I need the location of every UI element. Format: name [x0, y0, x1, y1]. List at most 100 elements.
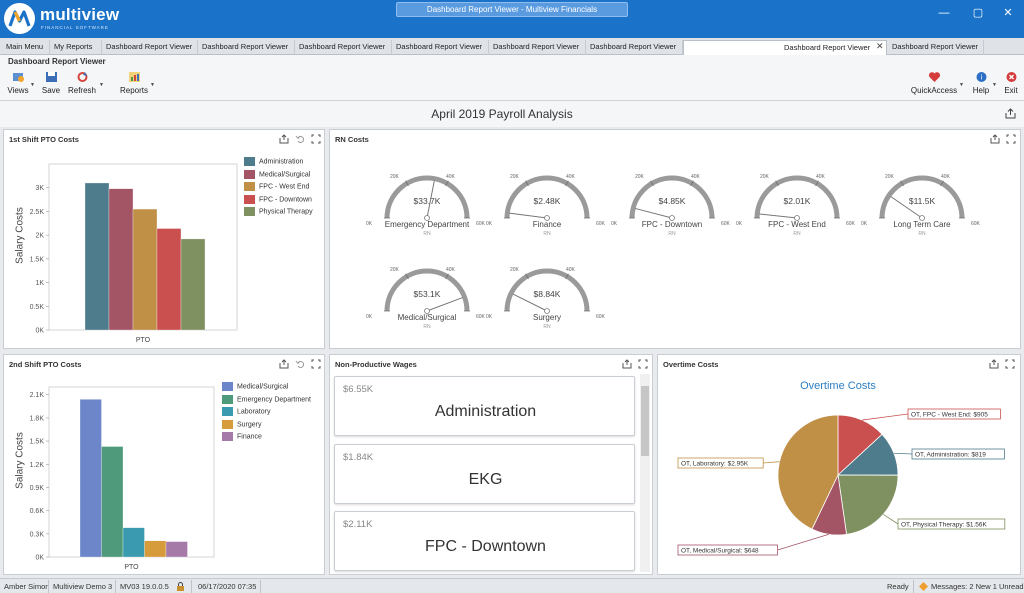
maximize-icon[interactable]	[1005, 359, 1015, 369]
help-icon: i	[976, 72, 986, 82]
maximize-icon[interactable]	[638, 359, 648, 369]
tab-dashboard-report-viewer[interactable]: Dashboard Report Viewer	[102, 40, 198, 55]
exit-label: Exit	[1004, 86, 1018, 95]
window-title[interactable]: Dashboard Report Viewer - Multiview Fina…	[396, 2, 628, 17]
close-window-button[interactable]: ✕	[1000, 6, 1016, 20]
quickaccess-button[interactable]: QuickAccess	[910, 71, 958, 99]
legend-item[interactable]: Laboratory	[222, 407, 270, 416]
panel-overtime-costs: Overtime Costs Overtime Costs OT, FPC - W…	[657, 354, 1021, 575]
legend-swatch	[222, 394, 233, 404]
save-button[interactable]: Save	[40, 71, 62, 99]
legend-item[interactable]: Surgery	[222, 419, 262, 429]
ribbon-toolbar: Dashboard Report Viewer Views ▼ Save Ref…	[0, 55, 1024, 101]
export-icon[interactable]	[279, 359, 289, 369]
help-dropdown-icon[interactable]: ▼	[992, 82, 997, 88]
bar	[101, 446, 124, 558]
undo-icon[interactable]	[295, 359, 305, 369]
bar	[180, 238, 206, 331]
legend-swatch	[244, 182, 255, 191]
gauge-label: Medical/Surgical	[397, 313, 457, 322]
wage-card[interactable]: $2.11K FPC - Downtown	[334, 511, 635, 571]
tab-dashboard-report-viewer[interactable]: Dashboard Report Viewer	[295, 40, 392, 55]
rn-gauge[interactable]: 0K 20K 40K 60K $4.85K FPC - Downtown RN	[611, 168, 730, 250]
panel-title: Overtime Costs	[663, 360, 719, 369]
export-icon[interactable]	[279, 134, 289, 144]
save-icon	[45, 72, 57, 82]
legend-item[interactable]: FPC - West End	[244, 182, 309, 191]
legend-item[interactable]: Medical/Surgical	[244, 169, 310, 179]
y-tick-label: 1.2K	[30, 462, 45, 469]
quickaccess-dropdown-icon[interactable]: ▼	[959, 82, 964, 88]
reports-icon	[128, 72, 140, 82]
legend-item[interactable]: Medical/Surgical	[222, 382, 288, 391]
undo-icon[interactable]	[295, 134, 305, 144]
maximize-icon[interactable]	[311, 134, 321, 144]
pie-leader-line	[893, 452, 913, 455]
pie-label: OT, FPC - West End: $905	[911, 412, 988, 419]
gauge-needle	[635, 207, 673, 219]
wage-card[interactable]: $6.55K Administration	[334, 376, 635, 436]
export-icon[interactable]	[990, 134, 1000, 144]
pie-slice	[837, 474, 899, 535]
vertical-scrollbar[interactable]	[640, 374, 650, 572]
export-icon[interactable]	[989, 359, 999, 369]
reports-dropdown-icon[interactable]: ▼	[150, 82, 155, 88]
rn-gauge[interactable]: 0K 20K 40K 60K $53.1K Medical/Surgical RN	[366, 261, 485, 343]
wage-card-value: $2.11K	[343, 519, 373, 530]
legend-item[interactable]: FPC - Downtown	[244, 194, 312, 204]
pie-chart-overtime: Overtime Costs OT, FPC - West End: $905 OT…	[677, 380, 1006, 556]
tab-dashboard-report-viewer[interactable]: Dashboard Report Viewer	[489, 40, 586, 55]
y-tick-label: 2.5K	[30, 209, 45, 216]
tab-dashboard-report-viewer[interactable]: Dashboard Report Viewer	[198, 40, 295, 55]
exit-button[interactable]: Exit	[1001, 71, 1021, 99]
pie-label: OT, Laboratory: $2.95K	[681, 461, 749, 468]
export-icon[interactable]	[622, 359, 632, 369]
gauge-value: $53.1K	[413, 289, 441, 299]
y-tick-label: 0.5K	[30, 304, 45, 311]
pie-leader-line	[763, 461, 780, 464]
scrollbar-thumb[interactable]	[641, 386, 649, 456]
refresh-button[interactable]: Refresh	[66, 71, 98, 99]
gauge-scale-label: 20K	[885, 174, 894, 180]
minimize-button[interactable]: —	[936, 6, 952, 20]
refresh-dropdown-icon[interactable]: ▼	[99, 82, 104, 88]
rn-gauge[interactable]: 0K 20K 40K 60K $8.84K Surgery RN	[486, 261, 605, 343]
views-button[interactable]: Views	[6, 71, 30, 99]
panel-title: Non-Productive Wages	[335, 360, 417, 369]
gauge-label: Emergency Department	[384, 220, 470, 229]
rn-gauge[interactable]: 0K 20K 40K 60K $33.7K Emergency Department RN	[366, 168, 485, 250]
reports-button[interactable]: Reports	[118, 71, 150, 99]
close-tab-icon[interactable]: ✕	[876, 41, 884, 52]
tab-dashboard-report-viewer[interactable]: Dashboard Report Viewer	[586, 40, 683, 55]
legend-item[interactable]: Emergency Department	[222, 394, 311, 404]
wage-card[interactable]: $1.84K EKG	[334, 444, 635, 504]
views-dropdown-icon[interactable]: ▼	[30, 82, 35, 88]
status-ready: Ready	[887, 582, 909, 591]
maximize-icon[interactable]	[1006, 134, 1016, 144]
lock-icon[interactable]	[175, 581, 186, 592]
legend-item[interactable]: Physical Therapy	[244, 207, 313, 216]
maximize-icon[interactable]	[311, 359, 321, 369]
tab-dashboard-report-viewer[interactable]: Dashboard Report Viewer	[392, 40, 489, 55]
panel-non-productive-wages: Non-Productive Wages $6.55K Administrati…	[329, 354, 653, 575]
gauge-scale-label: 20K	[510, 267, 519, 273]
restore-button[interactable]: ▢	[970, 6, 986, 20]
tab-my-reports[interactable]: My Reports	[50, 40, 102, 55]
tab-main-menu[interactable]: Main Menu	[2, 40, 50, 55]
title-bar: multiview FINANCIAL SOFTWARE Dashboard R…	[0, 0, 1024, 38]
legend-item[interactable]: Administration	[244, 157, 303, 166]
help-button[interactable]: i Help	[970, 71, 992, 99]
tab-dashboard-report-viewer[interactable]: Dashboard Report Viewer	[888, 40, 984, 55]
messages-icon[interactable]	[918, 581, 929, 592]
reports-label: Reports	[119, 86, 148, 95]
legend-item[interactable]: Finance	[222, 432, 262, 441]
pie-label: OT, Administration: $819	[915, 452, 986, 459]
status-messages[interactable]: Messages: 2 New 1 Unread	[931, 582, 1024, 591]
legend-label: Medical/Surgical	[237, 383, 289, 391]
gauge-scale-label: 20K	[760, 174, 769, 180]
rn-gauge[interactable]: 0K 20K 40K 60K $2.01K FPC - West End RN	[736, 168, 855, 250]
rn-gauge[interactable]: 0K 20K 40K 60K $2.48K Finance RN	[486, 168, 605, 250]
pie-leader-line	[777, 533, 830, 551]
export-icon[interactable]	[1005, 108, 1016, 119]
rn-gauge[interactable]: 0K 20K 40K 60K $11.5K Long Term Care RN	[861, 168, 980, 250]
